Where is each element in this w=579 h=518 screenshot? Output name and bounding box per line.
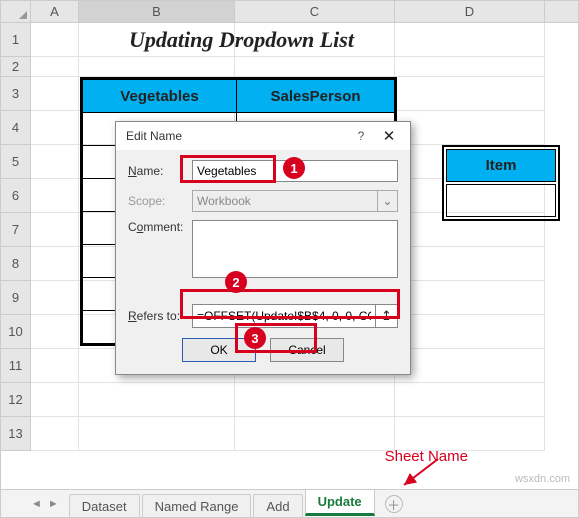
cell[interactable] — [31, 417, 79, 451]
row-header[interactable]: 4 — [1, 111, 31, 145]
callout-badge-1: 1 — [283, 157, 305, 179]
row-header[interactable]: 1 — [1, 23, 31, 57]
cell[interactable] — [31, 247, 79, 281]
row-header[interactable]: 7 — [1, 213, 31, 247]
cell[interactable] — [79, 57, 235, 77]
callout-badge-2: 2 — [225, 271, 247, 293]
scope-value: Workbook — [197, 194, 251, 208]
cell[interactable] — [31, 281, 79, 315]
col-header-D[interactable]: D — [395, 1, 545, 22]
cell[interactable] — [31, 179, 79, 213]
cell[interactable] — [395, 23, 545, 57]
cell[interactable] — [395, 247, 545, 281]
cell[interactable] — [31, 77, 79, 111]
cell[interactable] — [31, 111, 79, 145]
chevron-down-icon: ⌄ — [377, 191, 397, 211]
cell[interactable] — [31, 145, 79, 179]
help-icon[interactable]: ? — [348, 129, 374, 143]
row-header[interactable]: 13 — [1, 417, 31, 451]
cell[interactable] — [31, 23, 79, 57]
excel-window: A B C D 1 Updating Dropdown List 2 3 4 5… — [0, 0, 579, 518]
cancel-button[interactable]: Cancel — [270, 338, 344, 362]
cell[interactable] — [31, 213, 79, 247]
header-vegetables[interactable]: Vegetables — [83, 80, 237, 113]
col-header-B[interactable]: B — [79, 1, 235, 22]
row-header[interactable]: 5 — [1, 145, 31, 179]
cell[interactable] — [31, 315, 79, 349]
cell[interactable] — [31, 383, 79, 417]
dialog-titlebar[interactable]: Edit Name ? ✕ — [116, 122, 410, 150]
col-header-A[interactable]: A — [31, 1, 79, 22]
nav-prev-icon[interactable]: ◄ — [31, 498, 42, 510]
column-header-row: A B C D — [1, 1, 578, 23]
nav-next-icon[interactable]: ► — [48, 498, 59, 510]
cell[interactable] — [395, 281, 545, 315]
select-all-corner[interactable] — [1, 1, 31, 22]
scope-label: Scope: — [128, 194, 192, 208]
add-sheet-icon[interactable]: ＋ — [385, 495, 403, 513]
row-header[interactable]: 10 — [1, 315, 31, 349]
cell[interactable] — [235, 57, 395, 77]
tab-add[interactable]: Add — [253, 494, 302, 518]
row-header[interactable]: 2 — [1, 57, 31, 77]
close-icon[interactable]: ✕ — [374, 127, 404, 145]
annotation-sheet-name: Sheet Name — [385, 448, 468, 465]
row-header[interactable]: 6 — [1, 179, 31, 213]
cell[interactable] — [395, 383, 545, 417]
cell[interactable] — [395, 111, 545, 145]
row-header[interactable]: 11 — [1, 349, 31, 383]
cell-item[interactable] — [446, 184, 556, 217]
sheet-tabs: ◄► Dataset Named Range Add Update ＋ — [1, 489, 578, 517]
dialog-title: Edit Name — [126, 129, 348, 143]
cell[interactable] — [395, 349, 545, 383]
cell[interactable] — [235, 23, 395, 57]
cell[interactable] — [31, 349, 79, 383]
scope-select: Workbook ⌄ — [192, 190, 398, 212]
row-header[interactable]: 8 — [1, 247, 31, 281]
comment-input[interactable] — [192, 220, 398, 278]
cell[interactable] — [31, 57, 79, 77]
row-header[interactable]: 3 — [1, 77, 31, 111]
cell[interactable] — [235, 383, 395, 417]
cell[interactable] — [79, 383, 235, 417]
tab-nav[interactable]: ◄► — [31, 490, 69, 517]
watermark: wsxdn.com — [515, 473, 570, 485]
refersto-input[interactable] — [193, 305, 375, 327]
tab-dataset[interactable]: Dataset — [69, 494, 140, 518]
col-header-C[interactable]: C — [235, 1, 395, 22]
row-header[interactable]: 9 — [1, 281, 31, 315]
comment-label: Comment:Comment: — [128, 220, 192, 234]
cell[interactable] — [395, 315, 545, 349]
cell[interactable] — [395, 417, 545, 451]
range-picker-icon[interactable]: ↥ — [375, 305, 397, 327]
tab-update[interactable]: Update — [305, 489, 375, 516]
tab-named-range[interactable]: Named Range — [142, 494, 252, 518]
cell[interactable] — [235, 417, 395, 451]
header-salesperson[interactable]: SalesPerson — [237, 80, 395, 113]
refersto-label: Refers to:Refers to: — [128, 309, 192, 323]
name-label: NName:ame: — [128, 164, 192, 178]
cell[interactable] — [395, 57, 545, 77]
cell[interactable] — [395, 77, 545, 111]
callout-badge-3: 3 — [244, 327, 266, 349]
row-header[interactable]: 12 — [1, 383, 31, 417]
cell[interactable] — [79, 417, 235, 451]
item-table: Item — [442, 145, 560, 221]
title-cell[interactable]: Updating Dropdown List — [79, 23, 235, 57]
header-item[interactable]: Item — [446, 149, 556, 182]
